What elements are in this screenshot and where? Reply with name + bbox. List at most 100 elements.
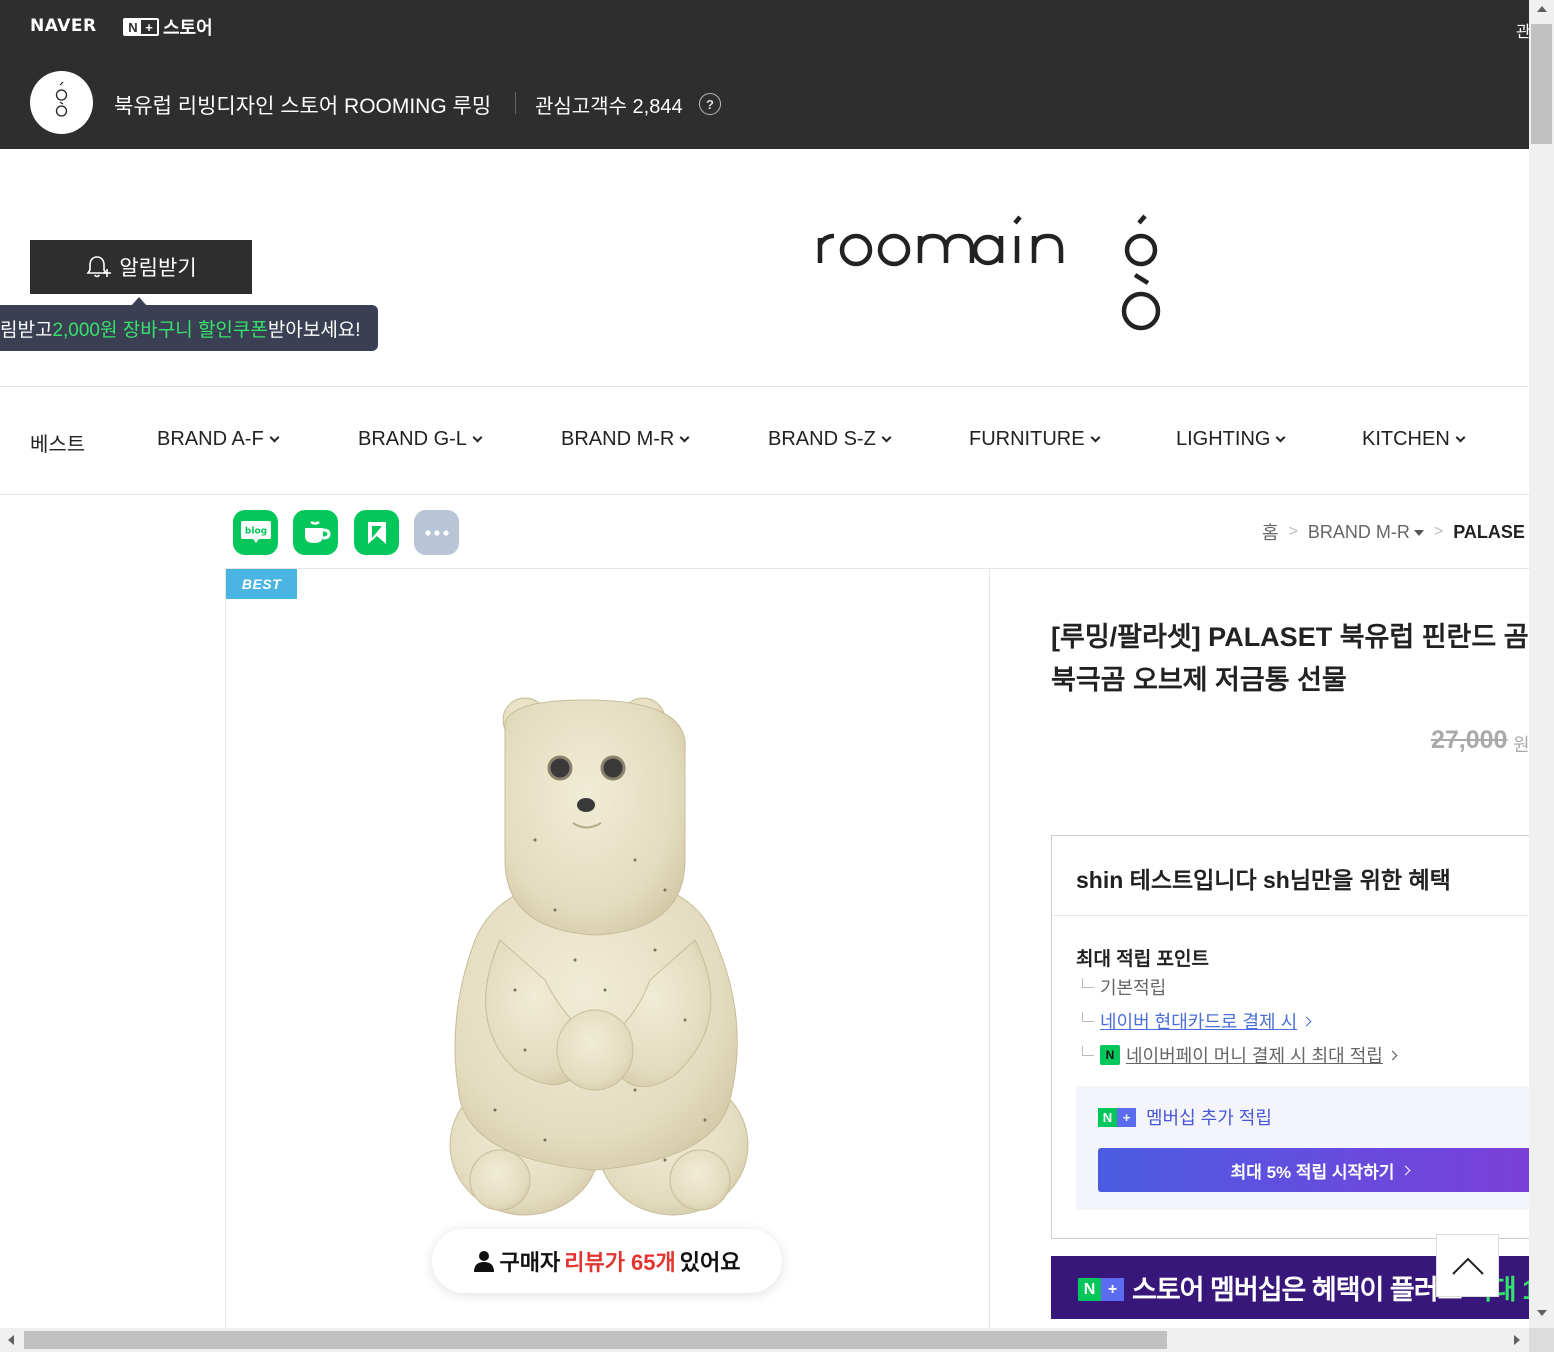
nplus-badge-icon: N + <box>1098 1107 1136 1127</box>
points-row-hyundai-card[interactable]: 네이버 현대카드로 결제 시 <box>1082 1008 1312 1034</box>
membership-start-button[interactable]: 최대 5% 적립 시작하기 <box>1098 1148 1542 1192</box>
share-more-button[interactable] <box>414 510 459 555</box>
share-blog-button[interactable]: blog <box>233 510 278 555</box>
benefit-title: shin 테스트입니다 sh님만을 위한 혜택 <box>1076 867 1451 893</box>
nav-item-brand-s-z[interactable]: BRAND S-Z <box>768 428 892 451</box>
store-avatar[interactable] <box>30 71 93 134</box>
naver-logo[interactable]: NAVER <box>30 16 97 36</box>
help-icon[interactable]: ? <box>699 93 721 115</box>
product-title-line2: 북극곰 오브제 저금통 선물 <box>1051 665 1347 695</box>
breadcrumb-home[interactable]: 홈 <box>1262 519 1279 545</box>
product-title-line1: [루밍/팔라셋] PALASET 북유럽 핀란드 곰 <box>1051 622 1529 652</box>
caret-down-icon <box>1413 529 1424 536</box>
nav-item-best[interactable]: 베스트 <box>30 428 85 457</box>
nav-item-label: BRAND S-Z <box>768 428 876 450</box>
store-fans-count: 관심고객수 2,844 <box>535 96 683 118</box>
notify-button[interactable]: 알림받기 <box>30 240 252 294</box>
nav-item-label: KITCHEN <box>1362 428 1450 450</box>
divider <box>1052 915 1540 916</box>
scroll-right-arrow-icon[interactable] <box>1514 1335 1520 1345</box>
chevron-down-icon <box>472 432 483 443</box>
vertical-scrollbar-thumb[interactable] <box>1531 24 1552 144</box>
nav-item-brand-m-r[interactable]: BRAND M-R <box>561 428 690 451</box>
price-unit: 원 <box>1513 735 1530 755</box>
nav-item-brand-a-f[interactable]: BRAND A-F <box>157 428 280 451</box>
share-cafe-button[interactable] <box>293 510 338 555</box>
npay-icon: N <box>1100 1045 1120 1065</box>
product-title: [루밍/팔라셋] PALASET 북유럽 핀란드 곰 북극곰 오브제 저금통 선… <box>1051 616 1529 702</box>
cafe-cup-icon <box>304 520 331 543</box>
nplus-store-label: 스토어 <box>163 18 213 38</box>
divider <box>515 92 516 114</box>
tooltip-text-pre: 림받고 <box>0 319 53 341</box>
original-price: 27,000 <box>1431 726 1508 754</box>
tooltip-highlight: 2,000원 장바구니 할인쿠폰 <box>52 319 268 341</box>
chevron-down-icon <box>679 432 690 443</box>
share-bookmark-button[interactable] <box>354 510 399 555</box>
review-text-post: 있어요 <box>679 1250 741 1275</box>
banner-text-pre: 스토어 멤버십은 혜택이 플러스 <box>1132 1275 1462 1305</box>
points-row-label[interactable]: 네이버 현대카드로 결제 시 <box>1100 1008 1297 1034</box>
benefit-box: shin 테스트입니다 sh님만을 위한 혜택 최대 적립 포인트 기본적립 네… <box>1051 835 1542 1239</box>
user-icon <box>474 1251 495 1272</box>
tree-branch-icon <box>1082 1046 1094 1056</box>
svg-text:blog: blog <box>244 526 266 536</box>
nav-item-furniture[interactable]: FURNITURE <box>969 428 1100 451</box>
nav-item-brand-g-l[interactable]: BRAND G-L <box>358 428 483 451</box>
horizontal-scrollbar-thumb[interactable] <box>24 1331 1167 1349</box>
nplus-badge-icon: N + <box>1078 1278 1124 1301</box>
page: NAVER N + 스토어 관 북유럽 리빙디자인 스토어 ROOMING 루밍 … <box>0 0 1554 1352</box>
scroll-down-arrow-icon[interactable] <box>1537 1310 1547 1316</box>
membership-label-text: 멤버십 추가 적립 <box>1146 1108 1272 1128</box>
breadcrumb-separator: > <box>1288 523 1298 540</box>
divider <box>989 568 990 1328</box>
membership-label: N + 멤버십 추가 적립 <box>1098 1104 1272 1130</box>
product-image[interactable] <box>405 690 790 1225</box>
points-row-label: 기본적립 <box>1100 978 1167 998</box>
tree-branch-icon <box>1082 978 1094 988</box>
scroll-left-arrow-icon[interactable] <box>8 1335 14 1345</box>
store-logo-icon <box>55 81 68 117</box>
chevron-right-icon <box>1301 1016 1312 1026</box>
nav-item-kitchen[interactable]: KITCHEN <box>1362 428 1466 451</box>
chevron-down-icon <box>881 432 892 443</box>
best-badge: BEST <box>226 569 297 599</box>
rooming-logo[interactable] <box>810 190 1170 335</box>
category-nav: 베스트 BRAND A-F BRAND G-L BRAND M-R BRAND … <box>0 387 1529 495</box>
nplus-store-logo[interactable]: N + 스토어 <box>123 14 213 40</box>
coupon-tooltip: 림받고 2,000원 장바구니 할인쿠폰 받아보세요! <box>0 305 378 351</box>
chevron-right-icon <box>1387 1050 1398 1060</box>
divider <box>225 568 226 1328</box>
blog-icon: blog <box>240 520 271 543</box>
scroll-up-arrow-icon[interactable] <box>1537 6 1547 12</box>
breadcrumb: 홈 > BRAND M-R > PALASE <box>1262 519 1525 545</box>
notify-button-label: 알림받기 <box>119 257 197 280</box>
breadcrumb-current: PALASE <box>1453 521 1525 542</box>
tree-branch-icon <box>1082 1012 1094 1022</box>
breadcrumb-separator: > <box>1433 523 1444 540</box>
nav-item-label: BRAND G-L <box>358 428 467 450</box>
points-row-basic: 기본적립 <box>1082 974 1166 1000</box>
membership-box: N + 멤버십 추가 적립 최대 5% 적립 시작하기 <box>1076 1086 1542 1210</box>
nav-item-label: LIGHTING <box>1176 428 1271 450</box>
review-count: 리뷰가 65개 <box>564 1250 676 1275</box>
store-info-bar: 북유럽 리빙디자인 스토어 ROOMING 루밍 관심고객수 2,844 ? <box>0 52 1529 149</box>
chevron-down-icon <box>1455 432 1466 443</box>
vertical-scrollbar[interactable] <box>1529 0 1554 1328</box>
review-text-pre: 구매자 <box>499 1250 561 1275</box>
nav-item-label: FURNITURE <box>969 428 1085 450</box>
scroll-to-top-button[interactable] <box>1436 1234 1499 1297</box>
store-name[interactable]: 북유럽 리빙디자인 스토어 ROOMING 루밍 <box>114 90 491 120</box>
divider <box>225 568 1529 569</box>
points-row-npay-money[interactable]: N 네이버페이 머니 결제 시 최대 적립 <box>1082 1042 1398 1068</box>
nav-item-lighting[interactable]: LIGHTING <box>1176 428 1286 451</box>
nplus-icon: N + <box>123 18 159 36</box>
breadcrumb-category-label: BRAND M-R <box>1307 521 1410 542</box>
points-row-label[interactable]: 네이버페이 머니 결제 시 최대 적립 <box>1126 1042 1383 1068</box>
chevron-up-icon <box>1451 1257 1484 1275</box>
scrollbar-corner <box>1529 1328 1554 1352</box>
points-title: 최대 적립 포인트 <box>1076 949 1209 970</box>
review-count-pill[interactable]: 구매자 리뷰가 65개 있어요 <box>432 1229 782 1293</box>
breadcrumb-category[interactable]: BRAND M-R <box>1308 522 1424 543</box>
bell-plus-icon <box>86 256 112 278</box>
